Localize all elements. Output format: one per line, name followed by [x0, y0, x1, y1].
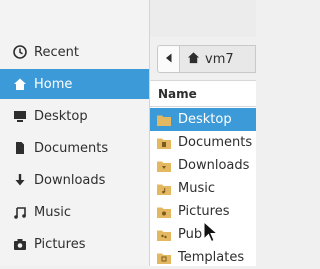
folder-music-icon [157, 184, 171, 195]
monitor-icon [11, 107, 29, 125]
breadcrumb-home[interactable]: vm7 [179, 45, 256, 73]
sidebar-item-label: Documents [34, 140, 109, 156]
column-header-name[interactable]: Name [150, 80, 256, 107]
mouse-pointer-icon [203, 221, 219, 243]
sidebar-item-desktop[interactable]: Desktop [0, 101, 149, 131]
download-arrow-icon [11, 171, 29, 189]
sidebar-item-music[interactable]: Music [0, 197, 149, 227]
sidebar-item-pictures[interactable]: Pictures [0, 229, 149, 259]
camera-icon [11, 235, 29, 253]
document-icon [11, 139, 29, 157]
file-name: Desktop [178, 112, 232, 127]
file-name: Documents [178, 135, 253, 150]
sidebar-item-label: Pictures [34, 236, 86, 252]
sidebar-item-downloads[interactable]: Downloads [0, 165, 149, 195]
file-row[interactable]: Desktop [150, 108, 256, 131]
folder-icon [157, 115, 171, 126]
file-name: Music [178, 181, 215, 196]
music-note-icon [11, 203, 29, 221]
folder-pictures-icon [157, 207, 171, 218]
sidebar-item-documents[interactable]: Documents [0, 133, 149, 163]
sidebar-item-recent[interactable]: Recent [0, 37, 149, 67]
file-row[interactable]: Pictures [150, 200, 256, 223]
folder-templates-icon [157, 253, 171, 264]
folder-public-icon [157, 230, 171, 241]
folder-documents-icon [157, 138, 171, 149]
sidebar-item-home[interactable]: Home [0, 69, 149, 99]
back-button[interactable] [157, 45, 179, 73]
file-name: Pictures [178, 204, 230, 219]
folder-download-icon [157, 161, 171, 172]
file-row[interactable]: Music [150, 177, 256, 200]
chevron-left-icon [165, 52, 173, 67]
home-icon [11, 75, 29, 93]
column-header-label: Name [158, 86, 197, 101]
file-name: Templates [178, 250, 245, 265]
home-icon [187, 51, 200, 68]
sidebar-item-label: Downloads [34, 172, 106, 188]
sidebar-item-label: Desktop [34, 108, 88, 124]
window-top-strip [150, 0, 256, 37]
sidebar-item-label: Recent [34, 44, 79, 60]
file-name: Downloads [178, 158, 250, 173]
file-row[interactable]: Downloads [150, 154, 256, 177]
sidebar: Recent Home Desktop Documents Downloads … [0, 0, 150, 266]
file-name: Pub [178, 227, 203, 242]
sidebar-item-label: Music [34, 204, 71, 220]
file-row[interactable]: Documents [150, 131, 256, 154]
sidebar-item-label: Home [34, 76, 73, 92]
path-bar: vm7 [150, 38, 256, 80]
breadcrumb-label: vm7 [205, 51, 234, 67]
clock-icon [11, 43, 29, 61]
